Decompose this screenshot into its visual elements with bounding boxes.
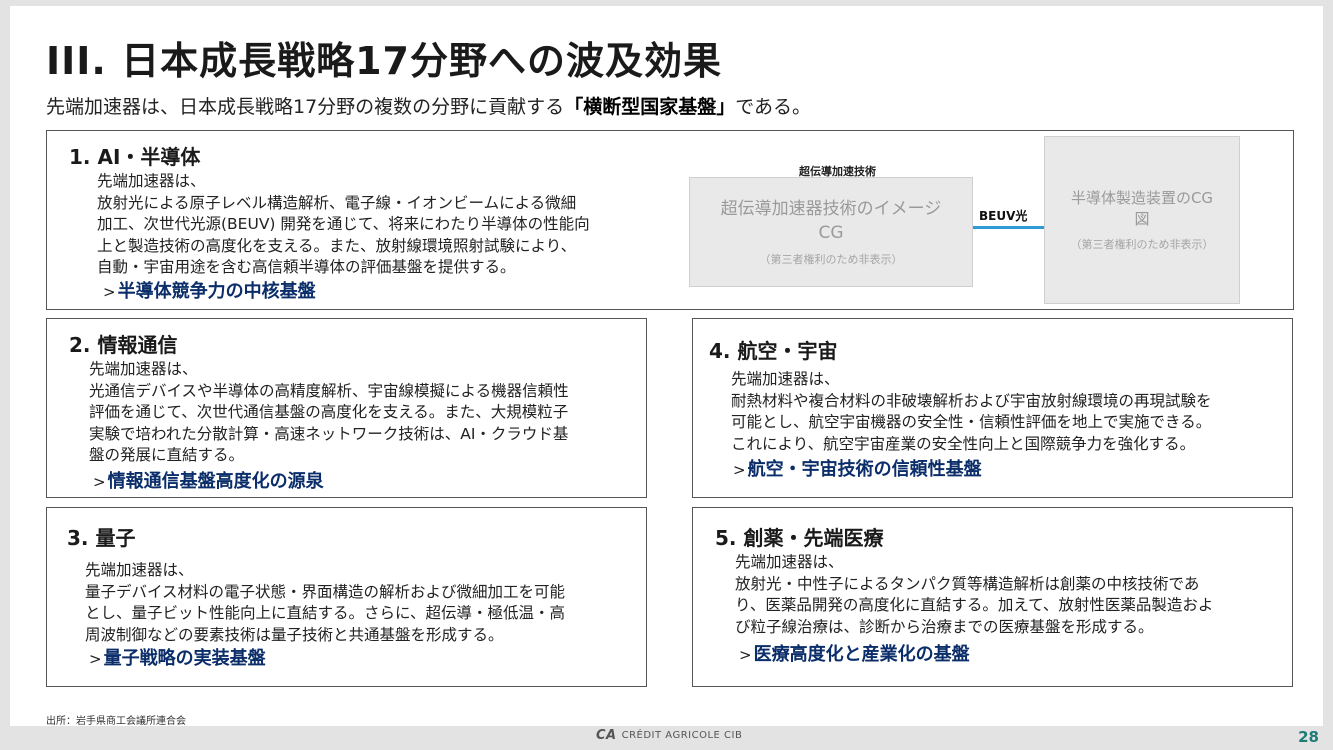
section-body: 先端加速器は、 放射光・中性子によるタンパク質等構造解析は創薬の中核技術であ り… (735, 552, 1213, 638)
body-line: 実験で培われた分散計算・高速ネットワーク技術は、AI・クラウド基 (89, 424, 569, 443)
body-line: 先端加速器は、 (85, 561, 194, 579)
section-tagline: > 情報通信基盤高度化の源泉 (93, 467, 324, 493)
body-line: り、医薬品開発の高度化に直結する。加えて、放射性医薬品製造およ (735, 596, 1214, 614)
tagline-text: 情報通信基盤高度化の源泉 (107, 471, 324, 492)
source-note: 出所：岩手県商工会議所連合会 (46, 716, 186, 727)
section-drug-discovery-medicine: 5. 創薬・先端医療 先端加速器は、 放射光・中性子によるタンパク質等構造解析は… (692, 507, 1293, 687)
section-information-communication: 2. 情報通信 先端加速器は、 光通信デバイスや半導体の高精度解析、宇宙線模擬に… (46, 318, 647, 498)
body-line: 先端加速器は、 (89, 360, 198, 378)
placeholder-note: （第三者権利のため非表示） (1070, 238, 1214, 251)
tagline-arrow: > (733, 461, 746, 479)
tagline-arrow: > (103, 283, 116, 301)
body-line: 光通信デバイスや半導体の高精度解析、宇宙線模擬による機器信頼性 (89, 381, 569, 400)
body-line: 自動・宇宙用途を含む高信頼半導体の評価基盤を提供する。 (97, 258, 516, 276)
section-tagline: > 半導体競争力の中核基盤 (103, 277, 316, 303)
placeholder-line: CG (818, 223, 844, 243)
body-line: 可能とし、航空宇宙機器の安全性・信頼性評価を地上で実施できる。 (731, 413, 1212, 431)
placeholder-note: （第三者権利のため非表示） (759, 253, 903, 266)
beuv-connector-line (973, 226, 1045, 229)
placeholder-line: 超伝導加速器技術のイメージ (720, 199, 942, 219)
brand-name: CRÉDIT AGRICOLE CIB (621, 730, 743, 741)
brand-footer: CA CRÉDIT AGRICOLE CIB (596, 728, 742, 743)
placeholder-line: 図 (1134, 210, 1150, 228)
beuv-label: BEUV光 (979, 209, 1028, 223)
section-heading: 4. 航空・宇宙 (709, 339, 838, 363)
placeholder-line: 半導体製造装置のCG (1070, 189, 1214, 207)
body-line: これにより、航空宇宙産業の安全性向上と国際競争力を強化する。 (731, 434, 1196, 453)
tagline-arrow: > (739, 646, 752, 664)
section-tagline: > 量子戦略の実装基盤 (89, 644, 266, 670)
section-body: 先端加速器は、 量子デバイス材料の電子状態・界面構造の解析および微細加工を可能 … (85, 560, 565, 646)
section-body: 先端加速器は、 耐熱材料や複合材料の非破壊解析および宇宙放射線環境の再現試験を … (731, 369, 1212, 455)
body-line: 放射光・中性子によるタンパク質等構造解析は創薬の中核技術であ (735, 574, 1200, 593)
placeholder-title: 半導体製造装置のCG 図 (1071, 188, 1213, 230)
section-heading: 5. 創薬・先端医療 (715, 526, 884, 550)
tagline-arrow: > (89, 650, 102, 668)
body-line: 周波制御などの要素技術は量子技術と共通基盤を形成する。 (85, 625, 504, 644)
brand-logo-icon: CA (596, 728, 617, 743)
body-line: 上と製造技術の高度化を支える。また、放射線環境照射試験により、 (97, 236, 577, 255)
body-line: び粒子線治療は、診断から治療までの医療基盤を形成する。 (735, 617, 1154, 636)
semiconductor-equipment-image-placeholder: 半導体製造装置のCG 図 （第三者権利のため非表示） (1044, 136, 1240, 304)
page-title: III. 日本成長戦略17分野への波及効果 (46, 39, 722, 83)
body-line: 先端加速器は、 (735, 553, 844, 571)
tagline-arrow: > (93, 473, 106, 491)
body-line: 盤の発展に直結する。 (89, 446, 245, 464)
body-line: 加工、次世代光源(BEUV) 開発を通じて、将来にわたり半導体の性能向 (97, 215, 590, 233)
subtitle-emphasis: 「横断型国家基盤」 (564, 96, 736, 118)
section-aerospace: 4. 航空・宇宙 先端加速器は、 耐熱材料や複合材料の非破壊解析および宇宙放射線… (692, 318, 1293, 498)
tagline-text: 半導体競争力の中核基盤 (117, 281, 316, 302)
section-quantum: 3. 量子 先端加速器は、 量子デバイス材料の電子状態・界面構造の解析および微細… (46, 507, 647, 687)
section-heading: 2. 情報通信 (69, 333, 178, 357)
page-number: 28 (1298, 728, 1319, 746)
section-tagline: > 医療高度化と産業化の基盤 (739, 640, 970, 666)
subtitle-pre: 先端加速器は、日本成長戦略17分野の複数の分野に貢献する (46, 96, 565, 118)
section-body: 先端加速器は、 放射光による原子レベル構造解析、電子線・イオンビームによる微細 … (97, 171, 590, 279)
body-line: 耐熱材料や複合材料の非破壊解析および宇宙放射線環境の再現試験を (731, 391, 1212, 410)
tagline-text: 航空・宇宙技術の信頼性基盤 (747, 459, 982, 480)
section-body: 先端加速器は、 光通信デバイスや半導体の高精度解析、宇宙線模擬による機器信頼性 … (89, 359, 569, 467)
body-line: 評価を通じて、次世代通信基盤の高度化を支える。また、大規模粒子 (89, 403, 569, 421)
superconducting-accelerator-image-placeholder: 超伝導加速器技術のイメージ CG （第三者権利のため非表示） (689, 177, 973, 287)
body-line: 先端加速器は、 (731, 370, 840, 388)
body-line: 先端加速器は、 (97, 172, 206, 190)
tagline-text: 量子戦略の実装基盤 (103, 648, 266, 669)
subtitle-post: である。 (735, 96, 812, 118)
section-heading: 1. AI・半導体 (69, 145, 201, 169)
section-ai-semiconductor: 1. AI・半導体 先端加速器は、 放射光による原子レベル構造解析、電子線・イオ… (46, 130, 1294, 310)
section-heading: 3. 量子 (67, 526, 136, 550)
placeholder-title: 超伝導加速器技術のイメージ CG (721, 197, 942, 245)
body-line: とし、量子ビット性能向上に直結する。さらに、超伝導・極低温・高 (85, 604, 566, 622)
body-line: 放射光による原子レベル構造解析、電子線・イオンビームによる微細 (97, 193, 577, 212)
section-tagline: > 航空・宇宙技術の信頼性基盤 (733, 455, 982, 481)
body-line: 量子デバイス材料の電子状態・界面構造の解析および微細加工を可能 (85, 582, 566, 601)
tagline-text: 医療高度化と産業化の基盤 (753, 644, 970, 665)
page-subtitle: 先端加速器は、日本成長戦略17分野の複数の分野に貢献する「横断型国家基盤」である… (46, 92, 811, 119)
